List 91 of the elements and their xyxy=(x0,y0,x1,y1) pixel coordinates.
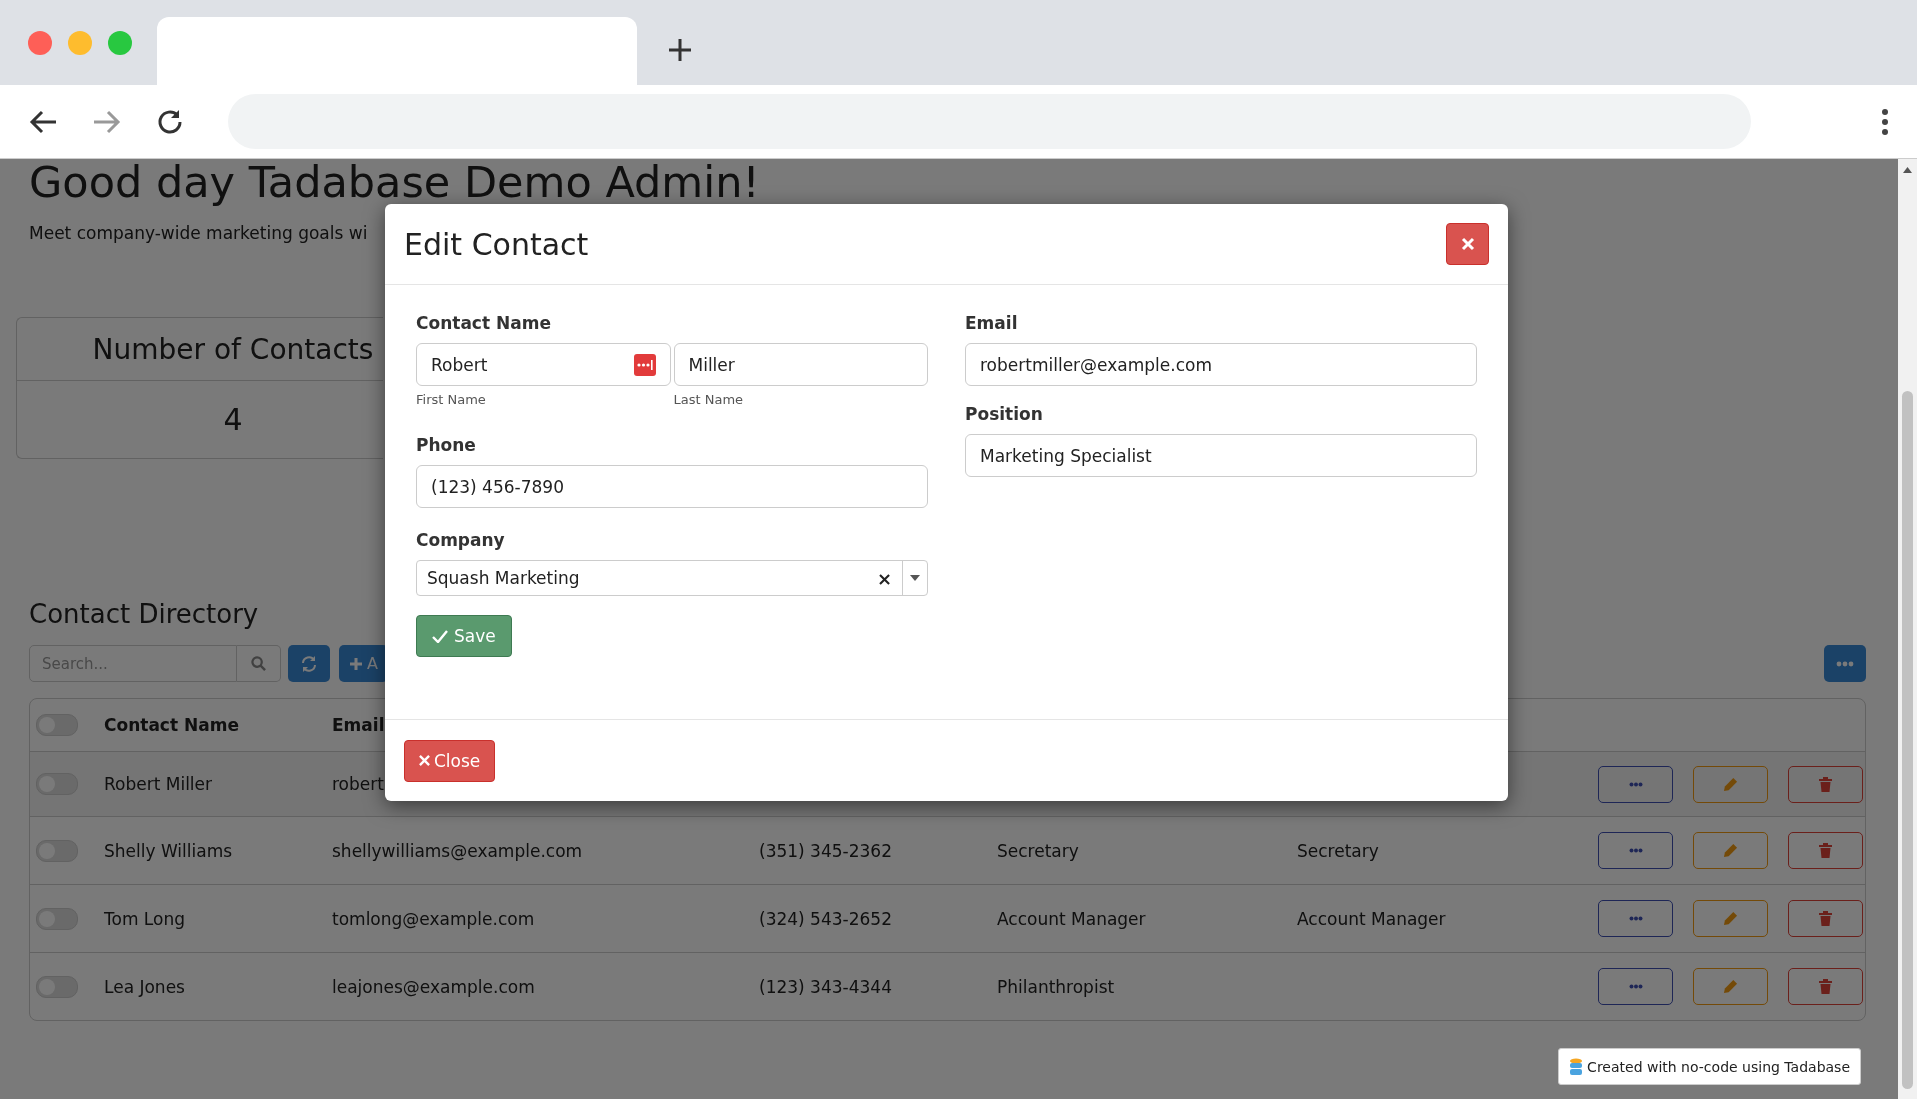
details-button[interactable] xyxy=(1598,968,1673,1005)
table-cell: Account Manager xyxy=(997,908,1146,929)
dots-icon xyxy=(1628,781,1643,787)
new-tab-icon[interactable] xyxy=(667,37,693,63)
dots-icon xyxy=(1628,984,1643,989)
email-field[interactable]: robertmiller@example.com xyxy=(965,343,1477,386)
column-header[interactable]: Contact Name xyxy=(104,715,332,735)
table-cell: (324) 543-2652 xyxy=(759,908,892,929)
table-cell-text: robert xyxy=(332,774,385,794)
table-cell: Secretary xyxy=(1297,840,1379,861)
window-minimize-icon[interactable] xyxy=(68,31,92,55)
edit-button[interactable] xyxy=(1693,900,1768,937)
toggle-switch[interactable] xyxy=(36,714,78,736)
last-name-field[interactable]: Miller xyxy=(673,343,928,386)
pencil-icon xyxy=(1723,979,1738,994)
refresh-icon xyxy=(300,654,318,673)
search-icon[interactable] xyxy=(251,656,266,671)
delete-button[interactable] xyxy=(1788,832,1863,869)
page-subtitle: Meet company-wide marketing goals wi xyxy=(29,223,368,243)
toggle-switch[interactable] xyxy=(36,907,78,930)
stat-value: 4 xyxy=(222,401,244,439)
trash-icon xyxy=(1819,911,1832,926)
toggle-switch[interactable] xyxy=(36,839,78,862)
dots-icon xyxy=(1628,916,1643,921)
toggle-switch[interactable] xyxy=(36,773,78,795)
details-button[interactable] xyxy=(1598,765,1673,803)
toggle-switch[interactable] xyxy=(36,975,78,998)
pencil-icon xyxy=(1723,843,1738,858)
table-cell-text: shellywilliams@example.com xyxy=(332,840,584,861)
check-icon xyxy=(432,629,448,643)
company-select[interactable]: Squash Marketing × xyxy=(416,560,928,596)
search-button[interactable] xyxy=(237,645,281,682)
table-cell: Account Manager xyxy=(1297,908,1446,929)
trash-icon xyxy=(1819,843,1832,858)
table-cell-text: tomlong@example.com xyxy=(332,908,536,929)
edit-button[interactable] xyxy=(1693,832,1768,869)
trash-icon xyxy=(1819,979,1832,994)
clear-button[interactable]: × xyxy=(866,567,902,589)
table-cell-text: Shelly Williams xyxy=(104,840,234,861)
database-icon xyxy=(1569,1057,1584,1076)
table-cell-text: leajones@example.com xyxy=(332,976,536,997)
caret-icon[interactable] xyxy=(910,575,920,581)
close-icon xyxy=(1460,237,1475,251)
table-cell-text: Lea Jones xyxy=(104,976,186,997)
table-cell-text: Robert Miller xyxy=(104,774,214,794)
refresh-button[interactable] xyxy=(288,645,330,682)
edit-button[interactable] xyxy=(1693,968,1768,1005)
close-icon xyxy=(419,755,430,766)
window-close-icon[interactable] xyxy=(28,31,52,55)
delete-button[interactable] xyxy=(1788,968,1863,1005)
pencil-icon xyxy=(1723,911,1738,926)
delete-button[interactable] xyxy=(1788,765,1863,803)
delete-button[interactable] xyxy=(1788,900,1863,937)
phone-field[interactable]: (123) 456-7890 xyxy=(416,465,928,508)
close-button[interactable] xyxy=(1446,223,1489,265)
credit-badge[interactable]: Created with no-code using Tadabase xyxy=(1558,1048,1861,1085)
trash-icon xyxy=(1819,776,1832,792)
field-label: Company xyxy=(416,530,506,550)
pencil-icon xyxy=(1723,776,1738,792)
details-button[interactable] xyxy=(1598,832,1673,869)
field-label: Phone xyxy=(416,435,477,455)
field-hint: Last Name xyxy=(673,392,745,407)
forward-icon[interactable] xyxy=(92,108,122,135)
table-cell: Secretary xyxy=(997,840,1079,861)
menu-icon[interactable] xyxy=(1881,107,1889,136)
field-hint: First Name xyxy=(416,392,487,407)
password-manager-icon[interactable] xyxy=(633,353,656,376)
more-button[interactable] xyxy=(1824,645,1866,682)
badge-text[interactable]: Created with no-code using Tadabase xyxy=(1587,1058,1850,1075)
window-zoom-icon[interactable] xyxy=(108,31,132,55)
position-field[interactable]: Marketing Specialist xyxy=(965,434,1477,477)
close-button[interactable]: Close xyxy=(404,739,496,782)
scrollbar[interactable] xyxy=(1898,159,1917,1099)
table-cell: (123) 343-4344 xyxy=(759,976,892,997)
table-cell: Philanthropist xyxy=(997,976,1115,997)
plus-icon xyxy=(349,656,363,671)
details-button[interactable] xyxy=(1598,900,1673,937)
field-label: Email xyxy=(965,313,1019,333)
table-cell: (351) 345-2362 xyxy=(759,840,892,861)
field-label: Contact Name xyxy=(416,313,552,333)
field-label: Position xyxy=(965,404,1044,424)
dots-icon xyxy=(1628,848,1643,853)
back-icon[interactable] xyxy=(28,108,58,135)
dialog-title: Edit Contact xyxy=(404,226,589,262)
dots-icon xyxy=(1836,660,1854,667)
first-name-field[interactable]: Robert xyxy=(416,343,671,386)
table-cell-text: Tom Long xyxy=(104,908,186,929)
scroll-up-icon[interactable] xyxy=(1903,167,1912,173)
edit-button[interactable] xyxy=(1693,765,1768,803)
section-heading: Contact Directory xyxy=(29,599,260,629)
stat-title: Number of Contacts xyxy=(17,318,383,381)
